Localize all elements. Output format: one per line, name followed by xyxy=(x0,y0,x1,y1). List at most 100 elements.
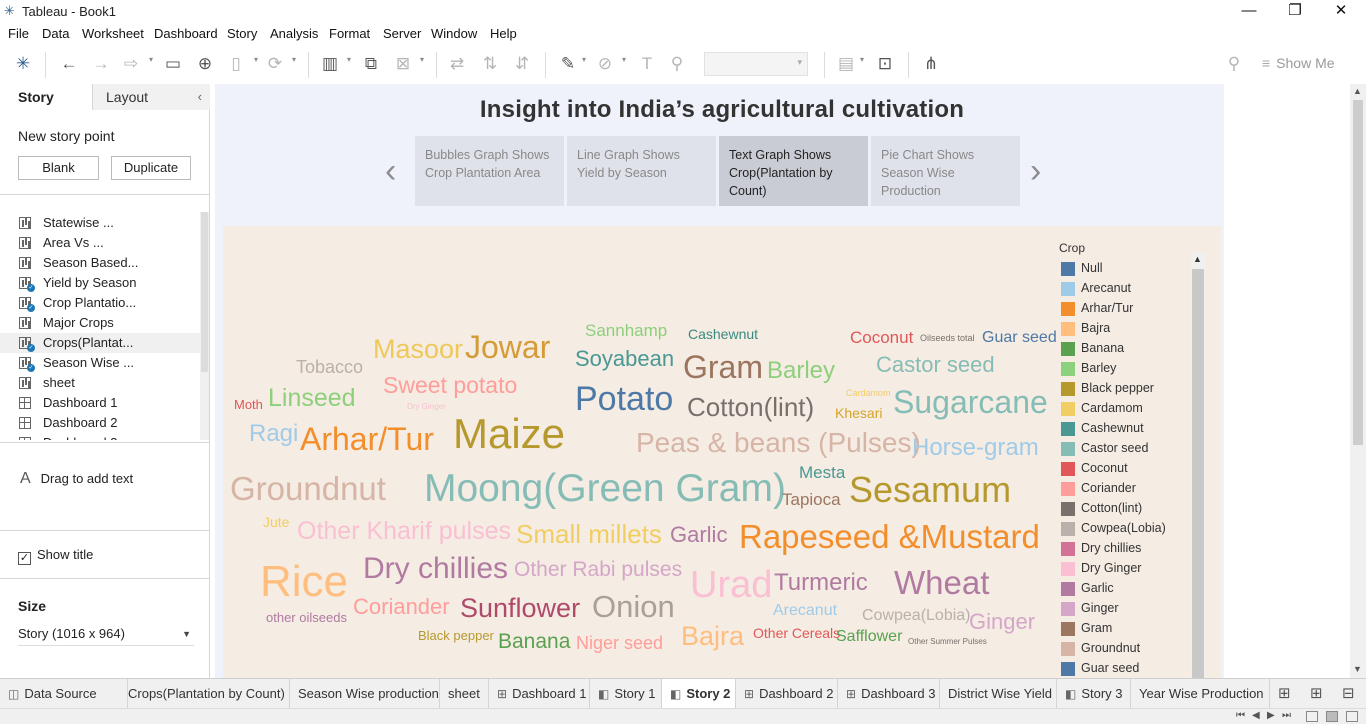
word[interactable]: Oilseeds total xyxy=(920,334,975,343)
presentation-mode-icon[interactable]: ⊡ xyxy=(874,53,896,75)
sheet-list-item[interactable]: Dashboard 2 xyxy=(0,413,200,433)
story-point-3[interactable]: Text Graph Shows Crop(Plantation by Coun… xyxy=(719,136,868,206)
previous-point-icon[interactable]: ‹ xyxy=(385,152,396,191)
sheet-list-item[interactable]: ✓ Yield by Season xyxy=(0,273,200,293)
word[interactable]: Sugarcane xyxy=(893,386,1048,418)
word[interactable]: Sannhamp xyxy=(585,322,667,339)
refresh-icon[interactable]: ⟳ xyxy=(264,53,286,75)
sheet-list-item[interactable]: Season Based... xyxy=(0,253,200,273)
canvas-scrollbar[interactable]: ▲ ▼ xyxy=(1350,84,1366,678)
scroll-down-icon[interactable]: ▼ xyxy=(1353,664,1362,674)
word[interactable]: Soyabean xyxy=(575,348,674,370)
highlight-icon[interactable]: ✎ xyxy=(557,53,579,75)
word[interactable]: Groundnut xyxy=(230,472,386,505)
replay-icon[interactable]: ⇨ xyxy=(120,53,142,75)
menu-analysis[interactable]: Analysis xyxy=(270,26,318,41)
word[interactable]: Coconut xyxy=(850,329,913,346)
word[interactable]: Wheat xyxy=(894,566,989,599)
tab-story[interactable]: ◧ Story 1 xyxy=(590,679,662,708)
minimize-button[interactable]: — xyxy=(1226,0,1272,22)
show-title-checkbox[interactable]: ✓ Show title xyxy=(18,547,93,565)
new-datasource-icon[interactable]: ⊕ xyxy=(194,53,216,75)
tab-dashboard[interactable]: ⊞ Dashboard 1 xyxy=(489,679,590,708)
tab-story-active[interactable]: ◧ Story 2 xyxy=(662,679,736,708)
word[interactable]: Cowpea(Lobia) xyxy=(862,608,971,624)
undo-icon[interactable]: ← xyxy=(58,53,80,75)
menu-worksheet[interactable]: Worksheet xyxy=(82,26,144,41)
tab-layout[interactable]: Layout ‹ xyxy=(92,84,210,110)
sheet-list-item[interactable]: Major Crops xyxy=(0,313,200,333)
menu-file[interactable]: File xyxy=(8,26,29,41)
chevron-down-icon[interactable]: ▾ xyxy=(254,55,258,64)
sheet-list-item[interactable]: Area Vs ... xyxy=(0,233,200,253)
word[interactable]: Garlic xyxy=(670,524,727,546)
sheet-list-item[interactable]: ✓ Crops(Plantat... xyxy=(0,333,200,353)
word[interactable]: Ragi xyxy=(249,422,298,446)
word[interactable]: other oilseeds xyxy=(266,611,347,624)
word[interactable]: Onion xyxy=(592,591,675,622)
duplicate-sheet-icon[interactable]: ⧉ xyxy=(360,53,382,75)
sheet-list-scrollbar[interactable] xyxy=(200,212,209,440)
new-worksheet-icon[interactable]: ▥ xyxy=(319,53,341,75)
tab-sheet[interactable]: Season Wise production xyxy=(290,679,440,708)
word[interactable]: Potato xyxy=(575,382,673,416)
word[interactable]: Ginger xyxy=(969,611,1035,633)
sheet-list-item[interactable]: ✓ Crop Plantatio... xyxy=(0,293,200,313)
word[interactable]: Banana xyxy=(498,631,570,652)
word[interactable]: Rapeseed &Mustard xyxy=(739,520,1040,553)
word[interactable]: Urad xyxy=(690,566,772,604)
word[interactable]: Sesamum xyxy=(849,472,1011,508)
word[interactable]: Other Rabi pulses xyxy=(514,559,682,580)
sheet-list-item[interactable]: ✓ Season Wise ... xyxy=(0,353,200,373)
drag-to-add-text[interactable]: A Drag to add text xyxy=(20,470,133,488)
word[interactable]: Rice xyxy=(260,560,348,604)
tableau-home-icon[interactable]: ✳ xyxy=(12,53,34,75)
word[interactable]: Moth xyxy=(234,398,263,411)
word[interactable]: Cashewnut xyxy=(688,327,758,341)
previous-tab-icon[interactable]: ◀ xyxy=(1252,710,1260,721)
word[interactable]: Moong(Green Gram) xyxy=(424,469,786,508)
word[interactable]: Other Summer Pulses xyxy=(908,638,987,646)
paintbrush-icon[interactable]: ⚲ xyxy=(1223,53,1245,75)
fix-axes-icon[interactable]: ⚲ xyxy=(666,53,688,75)
chevron-down-icon[interactable]: ▾ xyxy=(292,55,296,64)
word[interactable]: Turmeric xyxy=(774,571,868,595)
word[interactable]: Arecanut xyxy=(773,603,837,619)
word[interactable]: Cotton(lint) xyxy=(687,394,814,420)
word[interactable]: Other Kharif pulses xyxy=(297,519,511,544)
menu-story[interactable]: Story xyxy=(227,26,257,41)
menu-server[interactable]: Server xyxy=(383,26,421,41)
word[interactable]: Black pepper xyxy=(418,629,494,642)
swap-rows-columns-icon[interactable]: ⇄ xyxy=(446,53,468,75)
last-tab-icon[interactable]: ⏭ xyxy=(1282,710,1291,721)
tab-sheet[interactable]: District Wise Yield xyxy=(940,679,1057,708)
tab-sheet[interactable]: Crops(Plantation by Count) xyxy=(128,679,290,708)
sheet-list-item[interactable]: Dashboard 1 xyxy=(0,393,200,413)
save-icon[interactable]: ▭ xyxy=(162,53,184,75)
word[interactable]: Arhar/Tur xyxy=(300,423,434,455)
collapse-pane-icon[interactable]: ‹ xyxy=(198,84,202,110)
word[interactable]: Dry chillies xyxy=(363,554,508,584)
tab-story[interactable]: ◧ Story 3 xyxy=(1057,679,1131,708)
word[interactable]: Tapioca xyxy=(782,491,841,508)
restore-button[interactable]: ❐ xyxy=(1272,0,1318,22)
word[interactable]: Cardamom xyxy=(846,389,891,398)
next-tab-icon[interactable]: ▶ xyxy=(1267,710,1275,721)
word[interactable]: Safflower xyxy=(836,629,902,645)
close-button[interactable]: ✕ xyxy=(1318,0,1364,22)
show-filmstrip-icon[interactable] xyxy=(1306,711,1318,722)
chevron-down-icon[interactable]: ▾ xyxy=(347,55,351,64)
pause-update-icon[interactable]: ▯ xyxy=(225,53,247,75)
duplicate-button[interactable]: Duplicate xyxy=(111,156,191,180)
new-worksheet-icon[interactable]: ⊞ xyxy=(1278,684,1291,702)
size-dropdown[interactable]: Story (1016 x 964) ▼ xyxy=(18,626,194,646)
chevron-down-icon[interactable]: ▾ xyxy=(149,55,153,64)
tab-data-source[interactable]: ◫ Data Source xyxy=(0,679,128,708)
word[interactable]: Other Cereals xyxy=(753,626,840,640)
checkbox-icon[interactable]: ✓ xyxy=(18,552,31,565)
tab-dashboard[interactable]: ⊞ Dashboard 3 xyxy=(838,679,940,708)
menu-format[interactable]: Format xyxy=(329,26,370,41)
word[interactable]: Khesari xyxy=(835,406,882,420)
word[interactable]: Gram xyxy=(683,351,763,383)
word[interactable]: Bajra xyxy=(681,623,744,650)
